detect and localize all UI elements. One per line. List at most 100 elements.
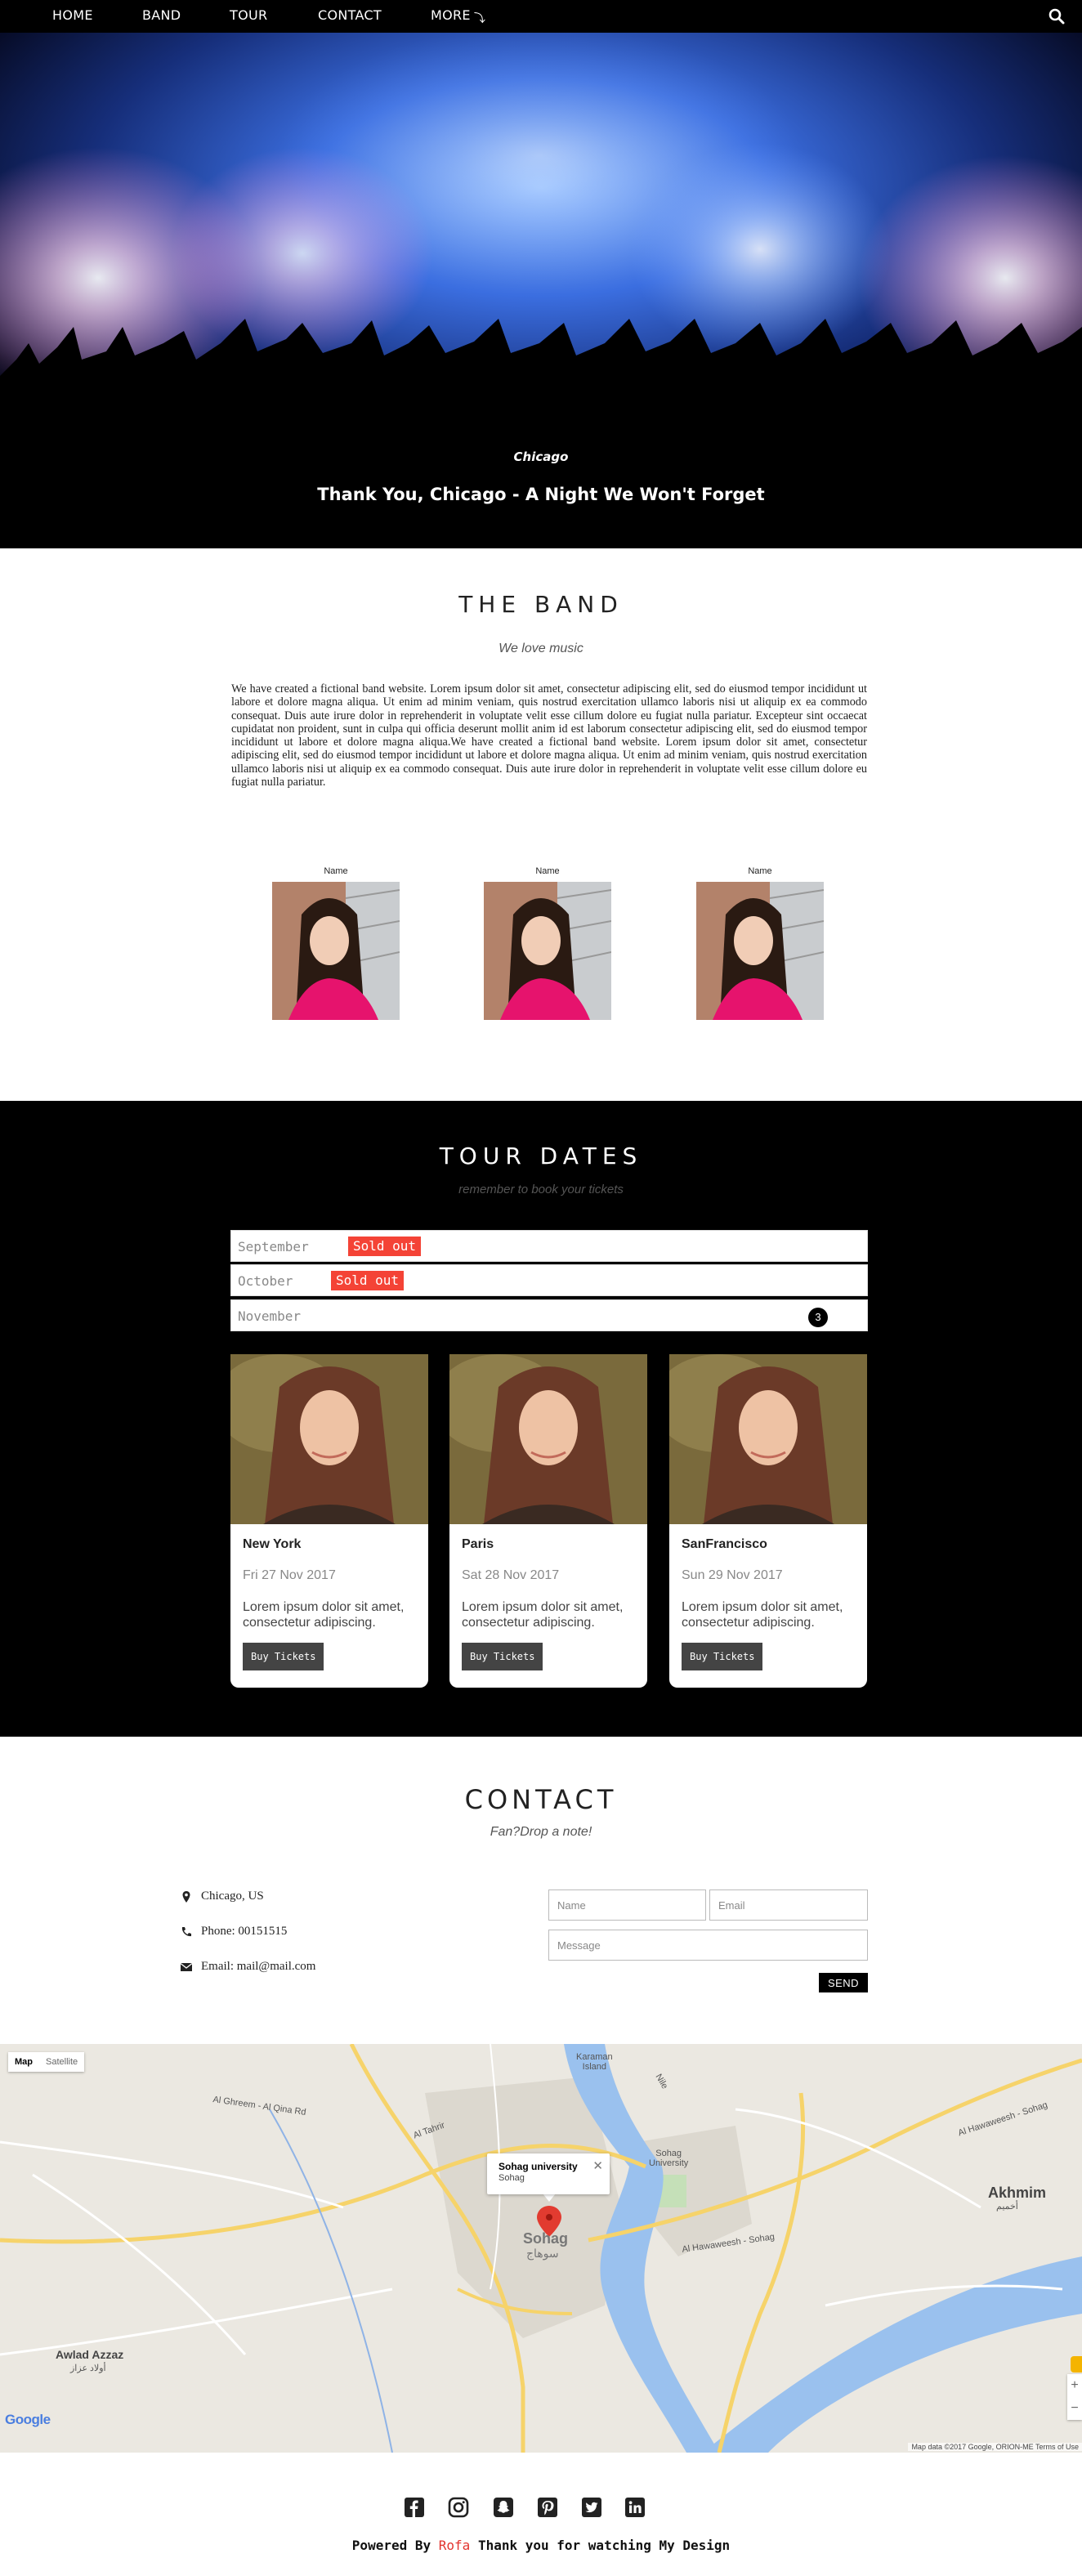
band-title: THE BAND xyxy=(458,591,624,618)
instagram-icon[interactable] xyxy=(448,2497,469,2518)
hero-caption: Thank You, Chicago - A Night We Won't Fo… xyxy=(317,485,765,504)
city-photo xyxy=(449,1354,647,1524)
linkedin-icon[interactable] xyxy=(624,2497,646,2518)
contact-title: CONTACT xyxy=(464,1784,618,1815)
buy-tickets-button[interactable]: Buy Tickets xyxy=(682,1643,763,1670)
twitter-icon[interactable] xyxy=(581,2497,602,2518)
map-label-sohag: Sohag xyxy=(523,2230,569,2247)
member-photo[interactable] xyxy=(272,882,400,1020)
email-text: Email: mail@mail.com xyxy=(201,1960,316,1973)
footer-credit: Powered By Rofa Thank you for watching M… xyxy=(0,2538,1082,2553)
city-name: Paris xyxy=(462,1537,494,1551)
month-row-november[interactable]: November 3 xyxy=(230,1299,868,1331)
map-label-sohag-ar: سوهاج xyxy=(526,2247,559,2260)
band-subtitle: We love music xyxy=(499,642,583,655)
tour-title: TOUR DATES xyxy=(439,1143,643,1169)
thank-you-text: Thank you for watching My Design xyxy=(477,2538,731,2553)
map-type-control: Map Satellite xyxy=(8,2052,85,2072)
month-name: November xyxy=(238,1308,302,1324)
google-logo-text: Google xyxy=(5,2412,51,2427)
month-name: September xyxy=(238,1239,309,1254)
city-description: Lorem ipsum dolor sit amet, consectetur … xyxy=(243,1600,405,1630)
pinterest-icon[interactable] xyxy=(537,2497,558,2518)
month-row-september[interactable]: September Sold out xyxy=(230,1230,868,1262)
navbar: HOME BAND TOUR CONTACT MORE ⤵ xyxy=(0,0,1082,33)
city-photo xyxy=(230,1354,428,1524)
map-label-awlad-azzaz: Awlad Azzaz xyxy=(56,2348,124,2361)
snapchat-icon[interactable] xyxy=(493,2497,514,2518)
envelope-icon xyxy=(180,1962,193,1971)
contact-email: Email: mail@mail.com xyxy=(180,1960,315,1974)
month-name: October xyxy=(238,1273,293,1289)
city-date: Sun 29 Nov 2017 xyxy=(682,1568,783,1582)
city-date: Fri 27 Nov 2017 xyxy=(243,1568,336,1582)
powered-by-text: Powered By xyxy=(351,2538,431,2553)
author-link[interactable]: Rofa xyxy=(439,2538,471,2553)
band-member: Name xyxy=(484,865,611,1020)
map-label-akhmim-ar: أخميم xyxy=(996,2202,1018,2212)
band-member: Name xyxy=(696,865,824,1020)
send-button[interactable]: SEND xyxy=(819,1973,868,1992)
info-subtitle: Sohag xyxy=(499,2173,525,2183)
zoom-in-button[interactable]: + xyxy=(1067,2374,1082,2397)
email-input[interactable] xyxy=(709,1890,868,1921)
city-description: Lorem ipsum dolor sit amet, consectetur … xyxy=(682,1600,843,1630)
map-type-map[interactable]: Map xyxy=(8,2052,39,2072)
street-view-pegman-icon[interactable] xyxy=(1071,2356,1082,2373)
map-type-satellite[interactable]: Satellite xyxy=(39,2052,84,2072)
search-icon[interactable] xyxy=(1048,7,1066,25)
map-info-window: Sohag university Sohag ✕ xyxy=(487,2153,610,2194)
nav-tour[interactable]: TOUR xyxy=(230,0,267,33)
map-marker-icon xyxy=(182,1890,190,1903)
hero-banner: Chicago Thank You, Chicago - A Night We … xyxy=(0,33,1082,548)
zoom-out-button[interactable]: − xyxy=(1067,2397,1082,2420)
city-card-new-york: New York Fri 27 Nov 2017 Lorem ipsum dol… xyxy=(230,1354,428,1688)
footer: Powered By Rofa Thank you for watching M… xyxy=(0,2453,1082,2576)
count-badge: 3 xyxy=(808,1308,828,1327)
tour-subtitle: remember to book your tickets xyxy=(458,1183,624,1196)
nav-contact[interactable]: CONTACT xyxy=(318,0,382,33)
map-attribution[interactable]: Map data ©2017 Google, ORION-ME Terms of… xyxy=(908,2443,1082,2451)
city-card-san-francisco: SanFrancisco Sun 29 Nov 2017 Lorem ipsum… xyxy=(669,1354,867,1688)
hero-city: Chicago xyxy=(513,449,569,464)
member-photo[interactable] xyxy=(696,882,824,1020)
member-name: Name xyxy=(535,866,560,876)
map[interactable]: Map Satellite Karaman Island Akhmim أخميم… xyxy=(0,2044,1082,2453)
nav-home[interactable]: HOME xyxy=(52,0,93,33)
member-name: Name xyxy=(748,866,772,876)
contact-subtitle: Fan?Drop a note! xyxy=(490,1825,592,1839)
caret-down-icon: ⤵ xyxy=(473,12,486,25)
nav-band[interactable]: BAND xyxy=(142,0,181,33)
zoom-control: + − xyxy=(1067,2374,1082,2420)
month-row-october[interactable]: October Sold out xyxy=(230,1264,868,1296)
location-text: Chicago, US xyxy=(201,1890,264,1903)
city-name: SanFrancisco xyxy=(682,1537,767,1551)
sold-out-badge: Sold out xyxy=(348,1237,422,1256)
buy-tickets-button[interactable]: Buy Tickets xyxy=(462,1643,543,1670)
name-input[interactable] xyxy=(548,1890,706,1921)
phone-text: Phone: 00151515 xyxy=(201,1925,288,1938)
close-icon[interactable]: ✕ xyxy=(592,2158,603,2173)
band-member: Name xyxy=(272,865,400,1020)
message-input[interactable] xyxy=(548,1930,868,1961)
city-card-paris: Paris Sat 28 Nov 2017 Lorem ipsum dolor … xyxy=(449,1354,647,1688)
google-logo: Google xyxy=(5,2412,51,2428)
sold-out-badge: Sold out xyxy=(331,1271,405,1290)
tour-section: TOUR DATES remember to book your tickets… xyxy=(0,1101,1082,1737)
city-photo xyxy=(669,1354,867,1524)
member-photo[interactable] xyxy=(484,882,611,1020)
nav-more-label: MORE xyxy=(431,7,471,23)
nav-more[interactable]: MORE ⤵ xyxy=(431,0,485,33)
member-name: Name xyxy=(324,866,348,876)
map-label-karaman: Karaman Island xyxy=(576,2052,613,2072)
concert-image xyxy=(0,33,1082,548)
map-label-akhmim: Akhmim xyxy=(988,2185,1047,2201)
city-date: Sat 28 Nov 2017 xyxy=(462,1568,560,1582)
facebook-icon[interactable] xyxy=(404,2497,425,2518)
map-label-awlad-azzaz-ar: أولاد عزاز xyxy=(70,2364,106,2373)
contact-section: CONTACT Fan?Drop a note! Chicago, US Pho… xyxy=(0,1737,1082,2044)
buy-tickets-button[interactable]: Buy Tickets xyxy=(243,1643,324,1670)
band-section: THE BAND We love music We have created a… xyxy=(0,548,1082,1101)
contact-phone: Phone: 00151515 xyxy=(180,1925,287,1939)
phone-icon xyxy=(181,1926,191,1936)
